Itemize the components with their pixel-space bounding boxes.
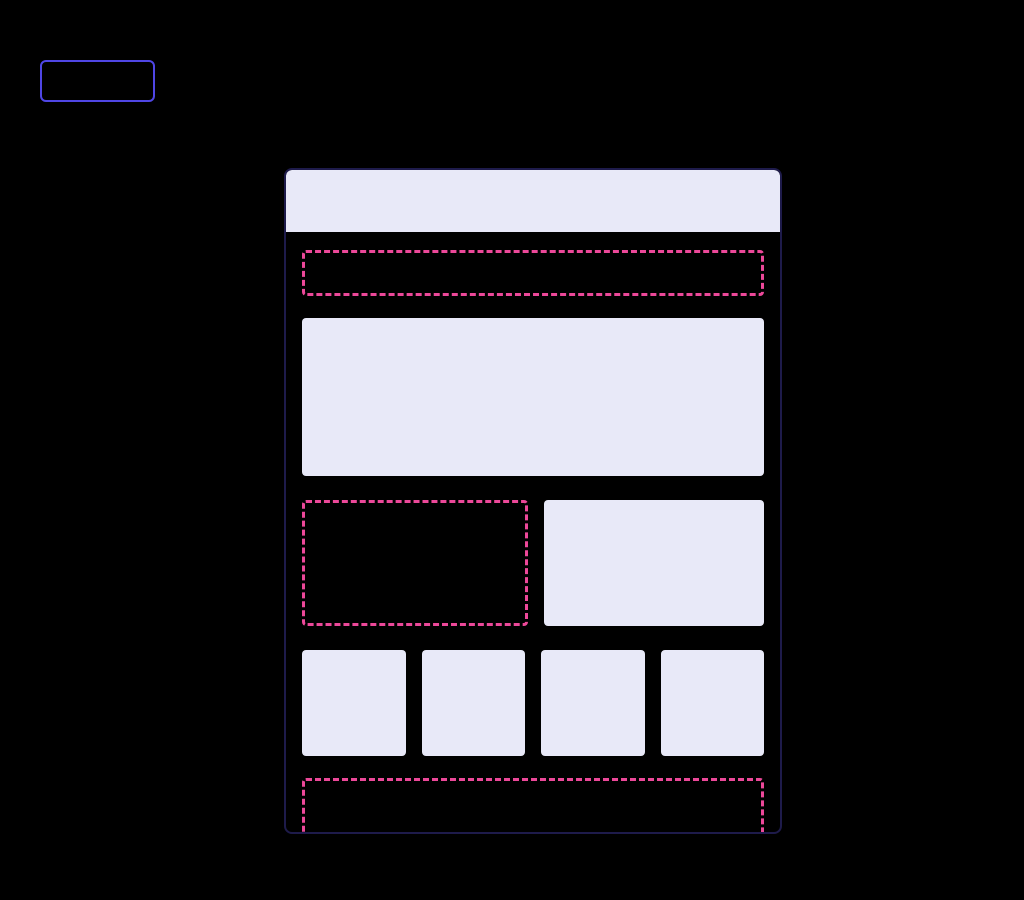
- wireframe-header: [286, 170, 780, 232]
- highlighted-banner-top: [302, 250, 764, 296]
- grid-block-4: [661, 650, 765, 756]
- grid-block-1: [302, 650, 406, 756]
- highlighted-banner-bottom: [302, 778, 764, 834]
- hero-block: [302, 318, 764, 476]
- outlined-button[interactable]: [40, 60, 155, 102]
- four-column-row: [302, 650, 764, 756]
- right-block: [544, 500, 764, 626]
- two-column-row: [302, 500, 764, 626]
- wireframe-frame: [284, 168, 782, 834]
- grid-block-2: [422, 650, 526, 756]
- highlighted-left-block: [302, 500, 528, 626]
- wireframe-content: [286, 232, 780, 834]
- grid-block-3: [541, 650, 645, 756]
